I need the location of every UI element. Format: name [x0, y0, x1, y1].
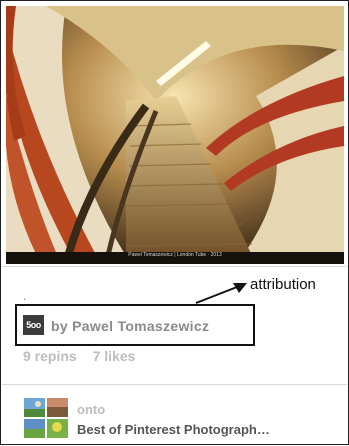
- board-thumb-3: [24, 419, 45, 438]
- pin-image[interactable]: Pawel Tomaszewicz | London Tube · 2013: [6, 6, 344, 264]
- 500px-logo-icon[interactable]: 5oo: [23, 315, 44, 335]
- tube-tunnel-photo: [6, 6, 344, 264]
- board-thumb-4: [47, 419, 68, 438]
- board-name-link[interactable]: Best of Pinterest Photograph…: [77, 422, 270, 437]
- board-onto-label: onto: [77, 402, 106, 417]
- pin-description: .: [23, 289, 27, 303]
- photo-caption: Pawel Tomaszewicz | London Tube · 2013: [128, 252, 222, 258]
- annotation-label: attribution: [250, 276, 316, 293]
- attribution-link[interactable]: by Pawel Tomaszewicz: [51, 318, 209, 334]
- pin-card: Pawel Tomaszewicz | London Tube · 2013 .…: [0, 0, 349, 445]
- divider: [2, 384, 347, 385]
- board-thumb-1: [24, 398, 45, 417]
- divider: [2, 266, 347, 267]
- board-thumb-2: [47, 398, 68, 417]
- repins-count[interactable]: 9 repins: [23, 348, 77, 364]
- attribution-highlight-box: 5oo by Pawel Tomaszewicz: [15, 304, 255, 346]
- likes-count[interactable]: 7 likes: [93, 348, 136, 364]
- pin-stats: 9 repins 7 likes: [23, 348, 147, 364]
- board-thumbnails[interactable]: [24, 398, 70, 438]
